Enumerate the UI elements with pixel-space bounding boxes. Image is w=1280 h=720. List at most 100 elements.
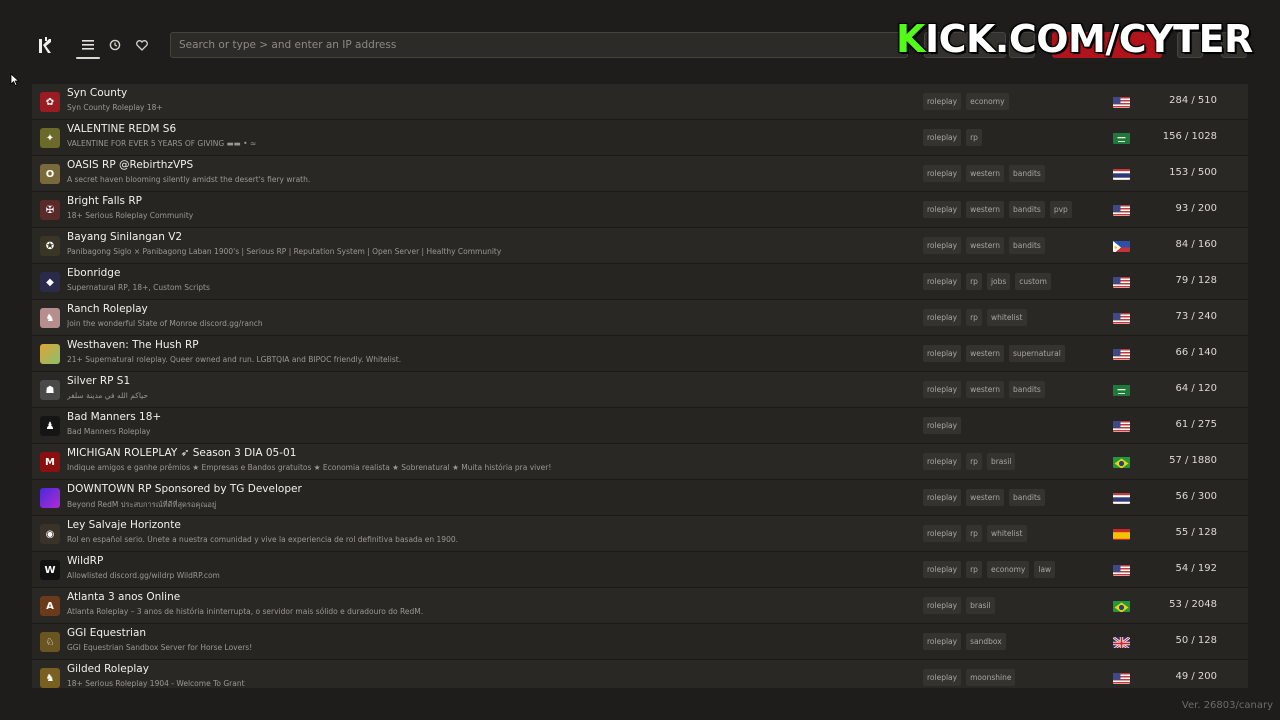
country-flag-th-icon [1113, 167, 1130, 180]
server-tag[interactable]: roleplay [923, 309, 962, 326]
server-tags: roleplay sandbox [923, 633, 1006, 650]
server-tag[interactable]: western [966, 237, 1005, 254]
server-tag[interactable]: western [966, 489, 1005, 506]
server-list-icon[interactable] [76, 35, 100, 55]
server-icon: A [40, 596, 60, 616]
server-tag[interactable]: moonshine [966, 669, 1016, 686]
server-row[interactable]: ☗ Silver RP S1 حياكم الله في مدينة سلفر rol… [32, 372, 1248, 408]
server-list: ✿ Syn County Syn County Roleplay 18+ rolepl… [32, 84, 1248, 688]
server-row[interactable]: ♞ Gilded Roleplay 18+ Serious Roleplay 190… [32, 660, 1248, 688]
server-icon: M [40, 452, 60, 472]
server-tag[interactable]: brasil [986, 453, 1016, 470]
server-tag[interactable]: western [966, 345, 1005, 362]
server-tag[interactable]: sandbox [966, 633, 1006, 650]
server-tag[interactable]: whitelist [986, 525, 1027, 542]
server-tag[interactable]: bandits [1009, 165, 1045, 182]
server-tag[interactable]: economy [966, 93, 1009, 110]
server-row[interactable]: ◉ Ley Salvaje Horizonte Rol en español ser… [32, 516, 1248, 552]
server-icon: ♟ [40, 416, 60, 436]
server-tag[interactable]: bandits [1009, 201, 1045, 218]
server-description: Beyond RedM ประสบการณ์ที่ดีที่สุดรอคุณอย… [67, 500, 217, 509]
server-description: Supernatural RP, 18+, Custom Scripts [67, 283, 210, 292]
search-input[interactable] [170, 32, 908, 58]
server-tag[interactable]: roleplay [923, 345, 962, 362]
server-row[interactable]: ✿ Syn County Syn County Roleplay 18+ rolepl… [32, 84, 1248, 120]
server-tag[interactable]: pvp [1049, 201, 1072, 218]
server-row[interactable]: ✪ Bayang Sinilangan V2 Panibagong Siglo × … [32, 228, 1248, 264]
server-tag[interactable]: roleplay [923, 633, 962, 650]
app-logo-icon[interactable] [37, 35, 53, 55]
country-flag-us-icon [1113, 311, 1130, 324]
server-description: حياكم الله في مدينة سلفر [67, 391, 149, 400]
server-tag[interactable]: rp [966, 273, 982, 290]
server-tag[interactable]: roleplay [923, 489, 962, 506]
favorites-heart-icon[interactable] [130, 35, 154, 55]
server-icon: ◉ [40, 524, 60, 544]
server-tag[interactable]: rp [966, 309, 982, 326]
server-row[interactable]: ◆ Ebonridge Supernatural RP, 18+, Custom S… [32, 264, 1248, 300]
server-tag[interactable]: supernatural [1009, 345, 1065, 362]
server-row[interactable]: ♟ Bad Manners 18+ Bad Manners Roleplay role… [32, 408, 1248, 444]
server-tag[interactable]: bandits [1009, 237, 1045, 254]
server-tag[interactable]: roleplay [923, 201, 962, 218]
server-row[interactable]: DOWNTOWN RP Sponsored by TG Developer Bey… [32, 480, 1248, 516]
server-tag[interactable]: custom [1015, 273, 1051, 290]
server-tag[interactable]: roleplay [923, 561, 962, 578]
server-tags: roleplay rp jobs custom [923, 273, 1051, 290]
server-tag[interactable]: jobs [986, 273, 1011, 290]
stream-watermark: KICK.COM/CYTER [896, 17, 1253, 61]
server-tag[interactable]: western [966, 165, 1005, 182]
player-count: 54 / 192 [1175, 563, 1217, 574]
server-tag[interactable]: roleplay [923, 273, 962, 290]
server-row[interactable]: ♞ Ranch Roleplay Join the wonderful State … [32, 300, 1248, 336]
server-tag[interactable]: roleplay [923, 93, 962, 110]
server-description: Syn County Roleplay 18+ [67, 103, 163, 112]
server-icon: ✦ [40, 128, 60, 148]
server-tag[interactable]: roleplay [923, 381, 962, 398]
server-tag[interactable]: law [1034, 561, 1056, 578]
server-name: GGI Equestrian [67, 627, 147, 639]
server-tag[interactable]: roleplay [923, 453, 962, 470]
server-tags: roleplay moonshine [923, 669, 1016, 686]
server-tag[interactable]: rp [966, 525, 982, 542]
server-tag[interactable]: western [966, 381, 1005, 398]
server-row[interactable]: W WildRP Allowlisted discord.gg/wildrp Wil… [32, 552, 1248, 588]
server-name: Ranch Roleplay [67, 303, 148, 315]
server-tag[interactable]: roleplay [923, 669, 962, 686]
server-row[interactable]: ✠ Bright Falls RP 18+ Serious Roleplay Com… [32, 192, 1248, 228]
server-tag[interactable]: rp [966, 453, 982, 470]
server-tag[interactable]: roleplay [923, 525, 962, 542]
country-flag-us-icon [1113, 203, 1130, 216]
server-name: Westhaven: The Hush RP [67, 339, 199, 351]
server-icon: ✪ [40, 236, 60, 256]
server-name: WildRP [67, 555, 104, 567]
server-tag[interactable]: roleplay [923, 417, 962, 434]
server-tag[interactable]: bandits [1009, 381, 1045, 398]
server-row[interactable]: Westhaven: The Hush RP 21+ Supernatural r… [32, 336, 1248, 372]
server-icon: ✠ [40, 200, 60, 220]
version-label: Ver. 26803/canary [1181, 700, 1273, 711]
country-flag-sa-icon [1113, 383, 1130, 396]
server-row[interactable]: M MICHIGAN ROLEPLAY ➶ Season 3 DIA 05-01 I… [32, 444, 1248, 480]
server-tag[interactable]: roleplay [923, 129, 962, 146]
server-row[interactable]: ✦ VALENTINE REDM S6 VALENTINE FOR EVER 5 Y… [32, 120, 1248, 156]
server-tag[interactable]: rp [966, 129, 982, 146]
server-tag[interactable]: whitelist [986, 309, 1027, 326]
server-tag[interactable]: western [966, 201, 1005, 218]
server-row[interactable]: O OASIS RP @RebirthzVPS A secret haven blo… [32, 156, 1248, 192]
server-tag[interactable]: economy [986, 561, 1030, 578]
server-tag[interactable]: brasil [966, 597, 995, 614]
server-icon [40, 344, 60, 364]
server-row[interactable]: ♘ GGI Equestrian GGI Equestrian Sandbox Se… [32, 624, 1248, 660]
server-row[interactable]: A Atlanta 3 anos Online Atlanta Roleplay –… [32, 588, 1248, 624]
history-icon[interactable] [103, 35, 127, 55]
server-tags: roleplay rp brasil [923, 453, 1016, 470]
server-tag[interactable]: rp [966, 561, 982, 578]
server-tag[interactable]: bandits [1009, 489, 1045, 506]
server-tag[interactable]: roleplay [923, 597, 962, 614]
country-flag-us-icon [1113, 671, 1130, 684]
server-tag[interactable]: roleplay [923, 237, 962, 254]
server-tag[interactable]: roleplay [923, 165, 962, 182]
server-name: Bright Falls RP [67, 195, 142, 207]
server-tags: roleplay western bandits pvp [923, 201, 1072, 218]
